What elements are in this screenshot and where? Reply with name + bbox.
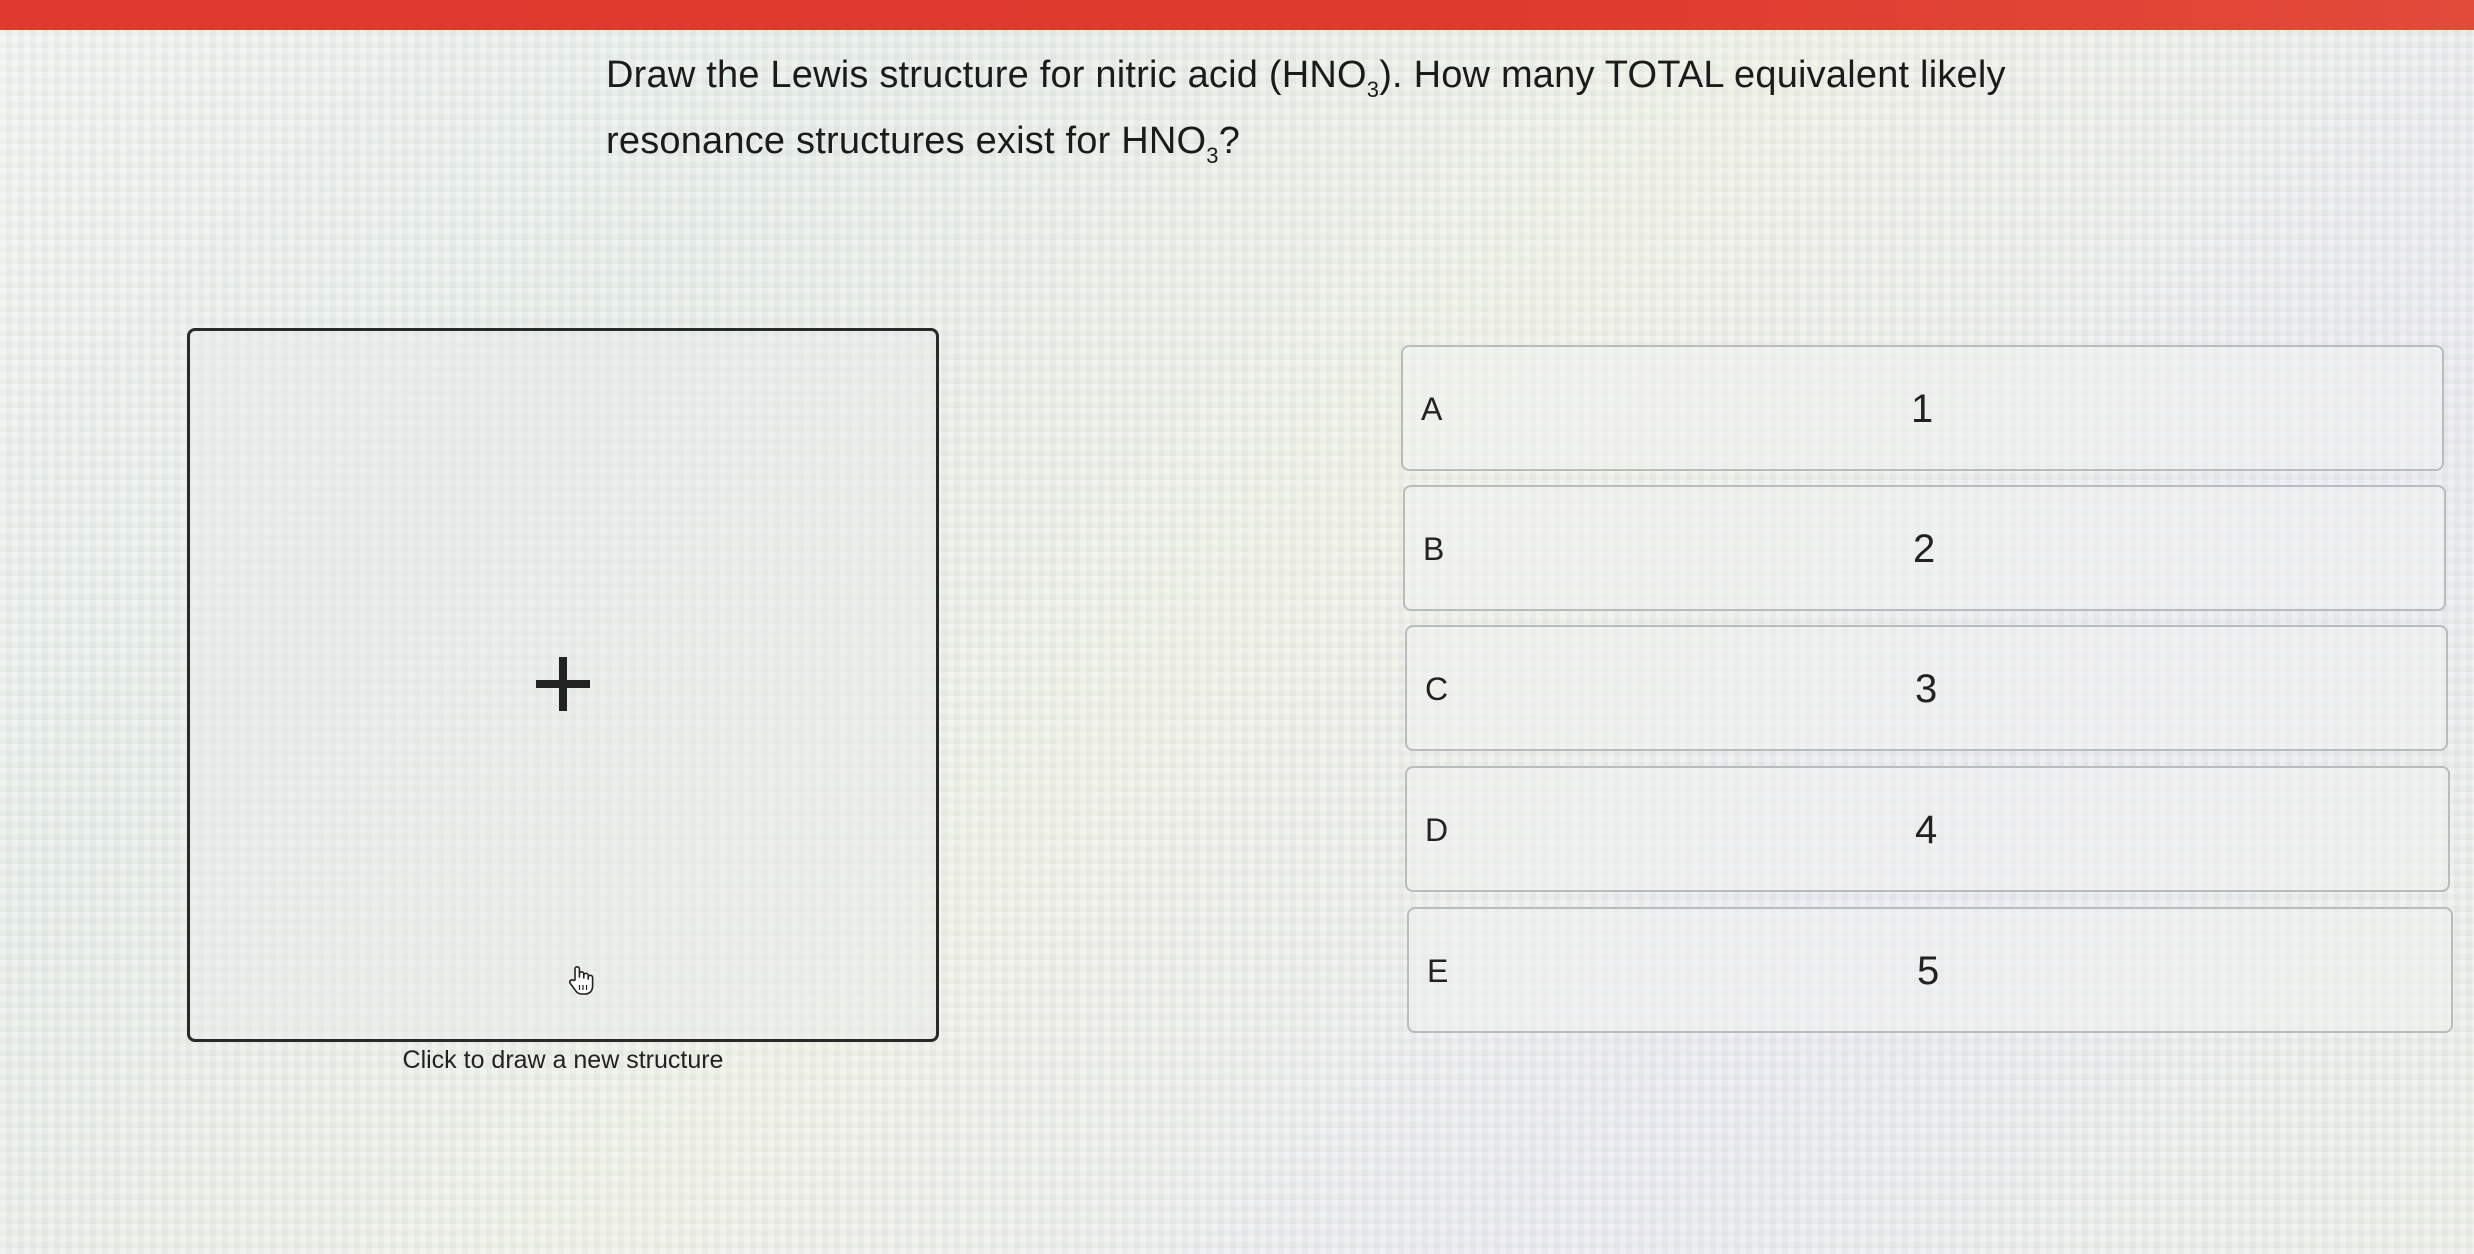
question-line-1: Draw the Lewis structure for nitric acid… [606,42,2166,108]
option-letter: B [1423,531,1445,567]
subscript-3: 3 [1366,77,1380,102]
plus-icon[interactable] [536,657,590,711]
option-value: 4 [1915,808,1938,852]
answer-option-e[interactable]: E 5 [1407,907,2453,1033]
option-value: 3 [1915,667,1938,711]
subscript-3: 3 [1206,143,1219,168]
answer-option-c[interactable]: C 3 [1405,625,2448,751]
answer-option-d[interactable]: D 4 [1405,766,2450,892]
option-letter: C [1425,671,1449,707]
question-line-1-tail: ). How many TOTAL equivalent likely [1379,54,2006,96]
option-letter: A [1421,391,1443,427]
draw-structure-canvas[interactable] [187,328,939,1042]
option-letter: D [1425,812,1449,848]
option-letter: E [1427,953,1449,989]
question-line-2: resonance structures exist for HNO3? [606,108,2166,174]
option-value: 2 [1913,527,1936,571]
question-line-2-text: resonance structures exist for HNO [606,120,1207,162]
question-line-1-text: Draw the Lewis structure for nitric acid… [606,54,1367,96]
top-bar [0,0,2474,30]
answer-option-b[interactable]: B 2 [1403,485,2446,611]
draw-caption[interactable]: Click to draw a new structure [187,1046,939,1075]
answer-option-a[interactable]: A 1 [1401,345,2444,471]
option-value: 5 [1917,949,1940,993]
question-text: Draw the Lewis structure for nitric acid… [606,42,2166,174]
question-line-2-tail: ? [1218,120,1241,162]
option-value: 1 [1911,387,1934,431]
hand-cursor-icon [569,966,594,995]
